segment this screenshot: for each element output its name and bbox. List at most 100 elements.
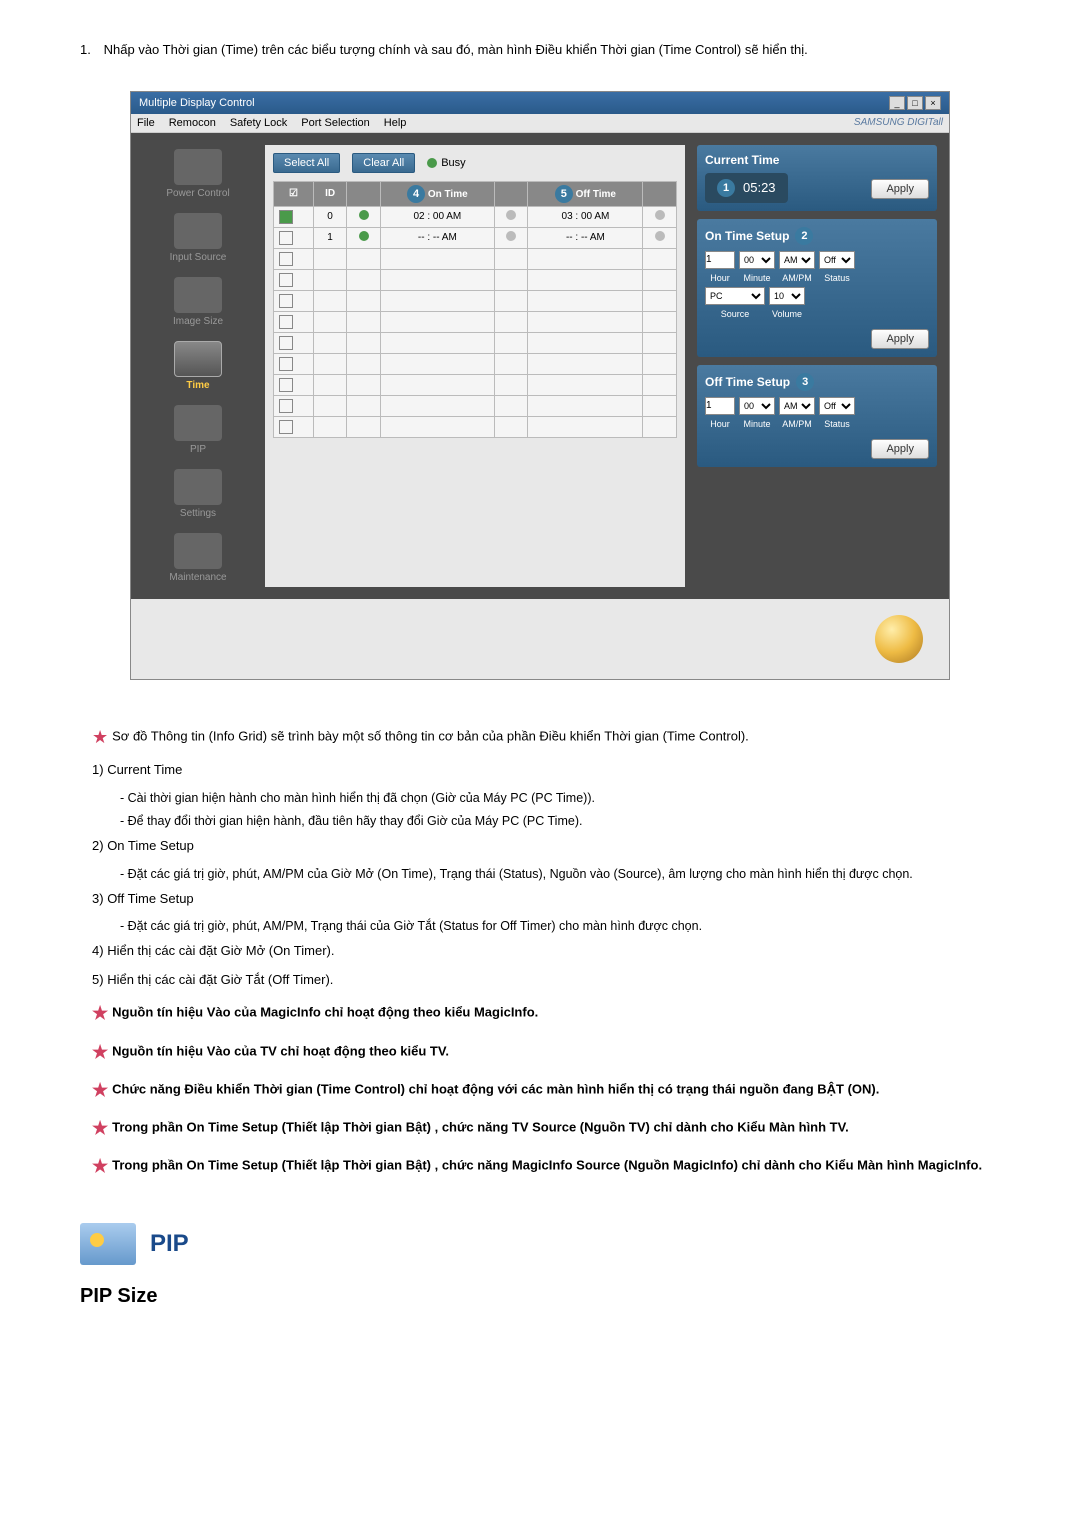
image-size-icon <box>174 277 222 313</box>
minimize-button[interactable]: _ <box>889 96 905 110</box>
on-status-select[interactable]: Off <box>819 251 855 269</box>
row-checkbox[interactable] <box>279 336 293 350</box>
star-icon: ★ <box>92 727 108 747</box>
badge-5: 5 <box>555 185 573 203</box>
row-ontime: -- : -- AM <box>380 227 494 248</box>
apply-off-button[interactable]: Apply <box>871 439 929 459</box>
pip-title: PIP <box>150 1230 189 1258</box>
status-dot-icon <box>655 231 665 241</box>
off-minute-select[interactable]: 00 <box>739 397 775 415</box>
row-checkbox[interactable] <box>279 399 293 413</box>
sidebar-item-power[interactable]: Power Control <box>143 145 253 203</box>
status-dot-icon <box>359 210 369 220</box>
col-ind3 <box>643 181 677 206</box>
sidebar-label: Power Control <box>166 188 229 199</box>
sidebar-item-image-size[interactable]: Image Size <box>143 273 253 331</box>
status-dot-icon <box>506 231 516 241</box>
badge-3: 3 <box>796 373 814 391</box>
row-checkbox[interactable] <box>279 231 293 245</box>
sidebar-item-settings[interactable]: Settings <box>143 465 253 523</box>
star-icon: ★ <box>92 1118 108 1138</box>
badge-2: 2 <box>795 227 813 245</box>
apply-current-button[interactable]: Apply <box>871 179 929 199</box>
table-row <box>274 416 677 437</box>
sidebar-item-maintenance[interactable]: Maintenance <box>143 529 253 587</box>
note-intro: Sơ đồ Thông tin (Info Grid) sẽ trình bày… <box>112 728 749 743</box>
on-source-select[interactable]: PC <box>705 287 765 305</box>
star-note: Nguồn tín hiệu Vào của TV chỉ hoạt động … <box>112 1043 449 1058</box>
menu-safety-lock[interactable]: Safety Lock <box>230 117 287 129</box>
ampm-label: AM/PM <box>779 419 815 429</box>
clear-all-button[interactable]: Clear All <box>352 153 415 173</box>
note-text: Off Time Setup <box>107 891 193 906</box>
row-id: 0 <box>313 206 346 227</box>
pip-heading-icon <box>80 1223 136 1265</box>
off-hour-input[interactable] <box>705 397 735 415</box>
on-volume-select[interactable]: 10 <box>769 287 805 305</box>
row-checkbox[interactable] <box>279 378 293 392</box>
note-sub: - Để thay đổi thời gian hiện hành, đầu t… <box>80 810 1000 834</box>
menu-port-selection[interactable]: Port Selection <box>301 117 369 129</box>
row-checkbox[interactable] <box>279 252 293 266</box>
table-row[interactable]: 1 -- : -- AM -- : -- AM <box>274 227 677 248</box>
maximize-button[interactable]: □ <box>907 96 923 110</box>
row-checkbox[interactable] <box>279 210 293 224</box>
status-label: Status <box>819 273 855 283</box>
busy-dot-icon <box>427 158 437 168</box>
col-check[interactable]: ☑ <box>274 181 314 206</box>
on-ampm-select[interactable]: AM <box>779 251 815 269</box>
row-checkbox[interactable] <box>279 294 293 308</box>
select-all-button[interactable]: Select All <box>273 153 340 173</box>
row-checkbox[interactable] <box>279 357 293 371</box>
status-dot-icon <box>655 210 665 220</box>
col-offtime: 5 Off Time <box>528 181 643 206</box>
sidebar-label: Input Source <box>170 252 227 263</box>
row-checkbox[interactable] <box>279 273 293 287</box>
row-checkbox[interactable] <box>279 315 293 329</box>
current-time-title: Current Time <box>705 153 779 167</box>
notes: ★ Sơ đồ Thông tin (Info Grid) sẽ trình bà… <box>80 720 1000 1184</box>
sidebar-item-time[interactable]: Time <box>143 337 253 395</box>
sidebar-item-pip[interactable]: PIP <box>143 401 253 459</box>
sidebar-label: Time <box>186 380 209 391</box>
note-text: Hiển thị các cài đặt Giờ Tắt (Off Timer)… <box>107 972 333 987</box>
table-row <box>274 290 677 311</box>
note-sub: - Cài thời gian hiện hành cho màn hình h… <box>80 787 1000 811</box>
menu-file[interactable]: File <box>137 117 155 129</box>
hour-label: Hour <box>705 273 735 283</box>
note-text: On Time Setup <box>107 838 194 853</box>
sidebar-label: Image Size <box>173 316 223 327</box>
info-grid: ☑ ID 4 On Time 5 Off Time 0 02 : 00 AM 0… <box>273 181 677 438</box>
row-offtime: -- : -- AM <box>528 227 643 248</box>
menu-remocon[interactable]: Remocon <box>169 117 216 129</box>
note-sub: - Đặt các giá trị giờ, phút, AM/PM, Trạn… <box>80 915 1000 939</box>
star-icon: ★ <box>92 1042 108 1062</box>
table-row[interactable]: 0 02 : 00 AM 03 : 00 AM <box>274 206 677 227</box>
note-text: Current Time <box>107 762 182 777</box>
star-note: Trong phần On Time Setup (Thiết lập Thời… <box>112 1158 982 1173</box>
off-status-select[interactable]: Off <box>819 397 855 415</box>
table-row <box>274 332 677 353</box>
off-ampm-select[interactable]: AM <box>779 397 815 415</box>
pip-heading: PIP <box>80 1223 1000 1265</box>
sidebar-label: Maintenance <box>169 572 226 583</box>
badge-1: 1 <box>717 179 735 197</box>
hour-label: Hour <box>705 419 735 429</box>
table-row <box>274 248 677 269</box>
star-note: Trong phần On Time Setup (Thiết lập Thời… <box>112 1120 849 1135</box>
window-title: Multiple Display Control <box>139 97 255 109</box>
col-ind1 <box>347 181 380 206</box>
apply-on-button[interactable]: Apply <box>871 329 929 349</box>
busy-label: Busy <box>441 157 465 169</box>
row-checkbox[interactable] <box>279 420 293 434</box>
pip-icon <box>174 405 222 441</box>
row-offtime: 03 : 00 AM <box>528 206 643 227</box>
on-minute-select[interactable]: 00 <box>739 251 775 269</box>
volume-label: Volume <box>769 309 805 319</box>
sidebar-item-input[interactable]: Input Source <box>143 209 253 267</box>
close-button[interactable]: × <box>925 96 941 110</box>
menu-help[interactable]: Help <box>384 117 407 129</box>
on-hour-input[interactable] <box>705 251 735 269</box>
row-ontime: 02 : 00 AM <box>380 206 494 227</box>
brand-label: SAMSUNG DIGITall <box>854 117 943 129</box>
